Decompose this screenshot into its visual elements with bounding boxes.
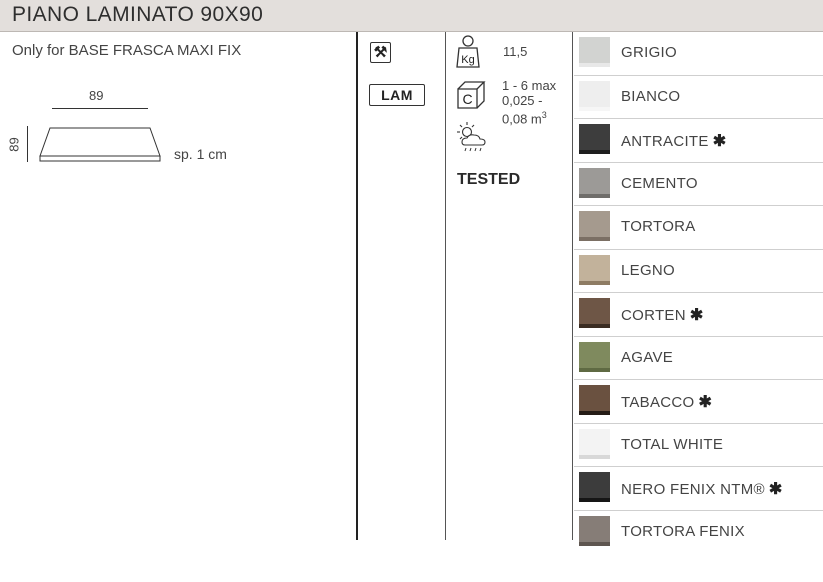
- tested-label: TESTED: [457, 171, 521, 188]
- finish-row: AGAVE: [574, 337, 823, 380]
- finish-label: NERO FENIX NTM® ✱: [621, 479, 783, 499]
- finish-row: BIANCO: [574, 76, 823, 119]
- finish-row: NERO FENIX NTM® ✱: [574, 467, 823, 511]
- finish-swatch: [579, 124, 610, 154]
- thickness-label: sp. 1 cm: [174, 146, 227, 162]
- carton-letter: C: [462, 91, 472, 107]
- finish-swatch-edge: [579, 367, 610, 372]
- finish-label: CEMENTO: [621, 175, 698, 192]
- depth-dimension-label: 89: [6, 137, 22, 152]
- carton-line-3: 0,08 m3: [502, 108, 556, 126]
- tabletop-drawing: [39, 127, 161, 162]
- finish-row: CEMENTO: [574, 163, 823, 206]
- finish-name: CEMENTO: [621, 174, 698, 192]
- finish-name: TORTORA FENIX: [621, 522, 745, 540]
- weight-value: 11,5: [503, 44, 528, 59]
- finish-swatch-edge: [579, 193, 610, 198]
- finish-swatch-edge: [579, 280, 610, 285]
- finish-row: ANTRACITE ✱: [574, 119, 823, 163]
- finish-star-mark: ✱: [768, 481, 783, 498]
- lam-badge: LAM: [369, 84, 425, 106]
- finish-name: TOTAL WHITE: [621, 435, 724, 453]
- finish-swatch-edge: [579, 411, 610, 415]
- finish-name: LEGNO: [621, 261, 676, 279]
- column-divider-3: [572, 32, 573, 540]
- finish-row: TORTORA: [574, 206, 823, 250]
- finish-swatch: [579, 37, 610, 67]
- column-divider-1: [356, 32, 358, 540]
- finish-label: AGAVE: [621, 349, 673, 366]
- finish-list: GRIGIO BIANCO ANTRACITE ✱ CEMENTO TORTORA LEGN…: [574, 32, 823, 553]
- finish-label: ANTRACITE ✱: [621, 131, 726, 151]
- finish-swatch: [579, 80, 610, 111]
- finish-label: BIANCO: [621, 88, 680, 105]
- finish-row: TORTORA FENIX: [574, 511, 823, 554]
- finish-swatch-edge: [579, 498, 610, 502]
- finish-name: AGAVE: [621, 348, 674, 366]
- finish-name: GRIGIO: [621, 44, 677, 61]
- finish-swatch-edge: [579, 324, 610, 328]
- finish-row: TABACCO ✱: [574, 380, 823, 424]
- finish-star-mark: ✱: [689, 307, 704, 324]
- finish-swatch: [579, 428, 610, 459]
- carton-line-3-text: 0,08 m: [502, 111, 542, 127]
- finish-swatch: [579, 385, 610, 415]
- finish-star-mark: ✱: [712, 133, 727, 150]
- finish-swatch: [579, 472, 610, 502]
- finish-label: TABACCO ✱: [621, 392, 712, 412]
- finish-label: TORTORA: [621, 218, 696, 235]
- width-dimension-line: [52, 108, 148, 109]
- column-divider-2: [445, 32, 446, 540]
- finish-row: CORTEN ✱: [574, 293, 823, 337]
- tools-icon: ⚒: [370, 42, 391, 63]
- finish-swatch-edge: [579, 237, 610, 241]
- finish-swatch: [579, 167, 610, 198]
- finish-row: GRIGIO: [574, 32, 823, 76]
- finish-name: ANTRACITE: [621, 133, 709, 150]
- weather-icon: [457, 122, 486, 152]
- finish-swatch: [579, 341, 610, 372]
- finish-swatch-edge: [579, 541, 610, 546]
- finish-swatch: [579, 254, 610, 285]
- finish-label: TOTAL WHITE: [621, 436, 723, 453]
- finish-swatch-edge: [579, 106, 610, 111]
- carton-icon: C: [457, 81, 486, 109]
- width-dimension-label: 89: [89, 88, 104, 103]
- title-bar: PIANO LAMINATO 90X90: [0, 0, 823, 32]
- page-title: PIANO LAMINATO 90X90: [12, 3, 264, 26]
- finish-swatch: [579, 298, 610, 328]
- finish-name: TABACCO: [621, 394, 695, 411]
- finish-name: NERO FENIX NTM®: [621, 481, 765, 498]
- weight-unit-label: Kg: [461, 54, 474, 66]
- finish-row: LEGNO: [574, 250, 823, 293]
- finish-star-mark: ✱: [698, 394, 713, 411]
- finish-swatch-edge: [579, 63, 610, 67]
- finish-label: TORTORA FENIX: [621, 523, 745, 540]
- finish-swatch: [579, 211, 610, 241]
- finish-swatch-edge: [579, 454, 610, 459]
- carton-line-3-sup: 3: [541, 110, 547, 120]
- carton-line-1: 1 - 6 max: [502, 78, 557, 93]
- finish-swatch-edge: [579, 150, 610, 154]
- finish-swatch: [579, 515, 610, 546]
- finish-label: CORTEN ✱: [621, 305, 704, 325]
- depth-dimension-line: [27, 126, 28, 162]
- finish-label: GRIGIO: [621, 44, 677, 61]
- finish-row: TOTAL WHITE: [574, 424, 823, 467]
- weight-icon: Kg: [456, 35, 480, 68]
- finish-name: BIANCO: [621, 87, 681, 105]
- compatibility-note: Only for BASE FRASCA MAXI FIX: [12, 42, 242, 59]
- finish-name: CORTEN: [621, 307, 686, 324]
- carton-info: 1 - 6 max 0,025 - 0,08 m3: [502, 78, 556, 126]
- finish-name: TORTORA: [621, 218, 696, 235]
- carton-line-2: 0,025 -: [502, 93, 543, 108]
- finish-label: LEGNO: [621, 262, 675, 279]
